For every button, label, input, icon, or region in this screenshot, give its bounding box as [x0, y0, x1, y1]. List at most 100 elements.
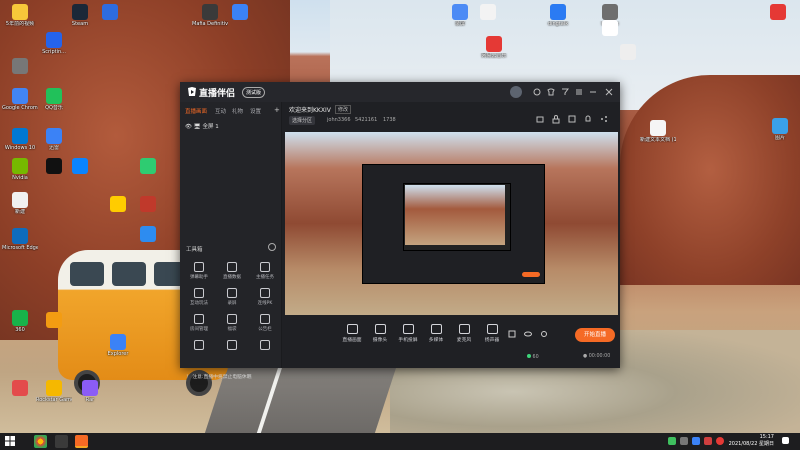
gift-icon[interactable] — [535, 114, 545, 124]
close-icon[interactable] — [604, 87, 614, 97]
desktop-icon[interactable] — [470, 4, 506, 21]
toolbox-more-icon[interactable] — [268, 243, 276, 251]
shirt-icon[interactable] — [546, 87, 556, 97]
toolbox-item[interactable]: 福袋 — [217, 314, 247, 332]
toolbox-item[interactable]: 弹幕助手 — [184, 262, 214, 280]
taskbar-clock[interactable]: 15:17 2021/08/22 星期日 — [729, 434, 774, 448]
desktop-icon[interactable] — [130, 226, 166, 243]
toolbox-item[interactable]: 直播数据 — [217, 262, 247, 280]
desktop-icon[interactable]: 迅雷 — [36, 128, 72, 151]
tab-scenes[interactable]: 直播画面 — [185, 107, 207, 115]
desktop-icon-label: 图片 — [774, 135, 785, 141]
desktop-icon[interactable]: QQ音乐 — [36, 88, 72, 111]
notification-icon[interactable] — [782, 437, 789, 444]
app-name: 直播伴侣 — [199, 89, 236, 99]
desktop-icon[interactable] — [760, 4, 796, 21]
tray-icon[interactable] — [680, 437, 688, 445]
tray-music-icon[interactable] — [716, 437, 724, 445]
pause-icon[interactable] — [507, 329, 517, 339]
minimize-icon[interactable] — [588, 87, 598, 97]
desktop-app-icon — [72, 158, 88, 174]
tray-icon[interactable] — [704, 437, 712, 445]
desktop-icon[interactable] — [610, 44, 646, 61]
tab-settings[interactable]: 设置 — [250, 107, 261, 115]
settings-icon[interactable] — [532, 87, 542, 97]
settings-gear-icon[interactable] — [539, 329, 549, 339]
toolbox-item[interactable]: 主播任务 — [250, 262, 280, 280]
filter-icon[interactable] — [560, 87, 570, 97]
desktop-icon[interactable] — [130, 158, 166, 175]
tab-gifts[interactable]: 礼物 — [232, 107, 243, 115]
avatar[interactable] — [510, 86, 522, 98]
desktop-icon[interactable]: 新建文本文档 (1) — [640, 120, 676, 143]
preview-nested-start — [522, 272, 540, 277]
toolbox-item[interactable] — [250, 340, 280, 352]
toolbox-item[interactable]: 互动玩法 — [184, 288, 214, 306]
title-bar[interactable]: 直播伴侣 测试版 — [180, 82, 620, 102]
desktop-icon[interactable]: 5年前的视频 — [2, 4, 38, 27]
preview-nested-canvas — [405, 185, 505, 245]
desktop-icon[interactable]: 图片 — [762, 118, 798, 141]
desktop-icon[interactable] — [2, 380, 38, 397]
tool-label: 福袋 — [227, 327, 237, 332]
desktop-icon[interactable]: 360 — [2, 310, 38, 333]
sleep-warning: ！ 注意:直播中将禁止电脑休眠 — [186, 375, 252, 380]
desktop-icon[interactable] — [130, 196, 166, 213]
tray-wechat-icon[interactable] — [668, 437, 676, 445]
toolbox-item[interactable]: 连线PK — [250, 288, 280, 306]
desktop-icon-label: Nvidia — [12, 175, 28, 181]
desktop-icon[interactable]: Rar — [72, 380, 108, 403]
tool-icon — [227, 288, 237, 298]
tray-icon[interactable] — [692, 437, 700, 445]
toolbox-item[interactable] — [184, 340, 214, 352]
desktop-icon[interactable] — [62, 158, 98, 175]
control-6[interactable]: 扬声器 — [475, 324, 509, 343]
chrome-taskbar-icon[interactable] — [34, 435, 47, 448]
windows-start-icon[interactable] — [5, 436, 15, 446]
desktop-icon[interactable]: 新建 — [2, 192, 38, 215]
add-scene-icon[interactable]: + — [274, 106, 280, 114]
desktop-icon[interactable]: 网易云音乐 — [476, 36, 512, 59]
desktop-app-icon — [480, 4, 496, 20]
live-preview[interactable] — [285, 132, 618, 315]
edit-title-button[interactable]: 修改 — [335, 105, 352, 114]
toolbox-item[interactable] — [217, 340, 247, 352]
desktop-icon[interactable]: Explorer — [100, 334, 136, 357]
desktop-icon[interactable] — [2, 58, 38, 75]
toolbox-item[interactable]: 房间管理 — [184, 314, 214, 332]
toolbox-item[interactable]: 录屏 — [217, 288, 247, 306]
desktop-icon[interactable] — [592, 20, 628, 37]
lock-icon[interactable] — [551, 114, 561, 124]
menu-icon[interactable] — [574, 87, 584, 97]
desktop-icon[interactable] — [92, 4, 128, 21]
start-live-button[interactable]: 开始直播 — [575, 328, 615, 342]
desktop-icon[interactable] — [222, 4, 258, 21]
tool-label: 弹幕助手 — [190, 275, 208, 280]
sidebar: 直播画面 互动 礼物 设置 + 👁 🖥 全屏 1 工具箱 弹幕助手 直播数据 主播任… — [180, 102, 282, 380]
share-icon[interactable] — [599, 114, 609, 124]
desktop-icon[interactable] — [36, 312, 72, 329]
desktop-icon[interactable]: Windows 10 — [2, 128, 38, 151]
toolbox-item[interactable]: 公告栏 — [250, 314, 280, 332]
scene-item[interactable]: 👁 🖥 全屏 1 — [185, 122, 219, 130]
category-button[interactable]: 选择分区 — [289, 116, 316, 125]
eye-icon[interactable] — [523, 329, 533, 339]
bell-icon[interactable] — [583, 114, 593, 124]
desktop-app-icon — [12, 88, 28, 104]
desktop-icon[interactable]: Scriptin... — [36, 32, 72, 55]
desktop-app-icon — [46, 32, 62, 48]
desktop-icon[interactable]: Rockstar Games — [36, 380, 72, 403]
desktop-icon[interactable]: Google Chrome — [2, 88, 38, 111]
desktop-app-icon — [550, 4, 566, 20]
desktop-icon[interactable]: dingtalk — [540, 4, 576, 27]
van-window — [70, 262, 104, 286]
live-app-taskbar-icon[interactable] — [75, 435, 88, 448]
desktop-icon[interactable]: Microsoft Edge — [2, 228, 38, 251]
desktop-icon-label: Rar — [85, 397, 95, 403]
tab-interact[interactable]: 互动 — [215, 107, 226, 115]
expand-icon[interactable] — [567, 114, 577, 124]
steam-taskbar-icon[interactable] — [55, 435, 68, 448]
desktop-icon[interactable]: Nvidia — [2, 158, 38, 181]
control-bar: 直播画面 摄像头 手机投屏 多媒体 麦克风 扬声器 开始直播 60 ● 00:00:00 — [283, 315, 620, 368]
live-companion-window[interactable]: 直播伴侣 测试版 直播画面 互动 礼物 设置 + 👁 🖥 全屏 1 工具箱 弹幕… — [180, 82, 620, 380]
